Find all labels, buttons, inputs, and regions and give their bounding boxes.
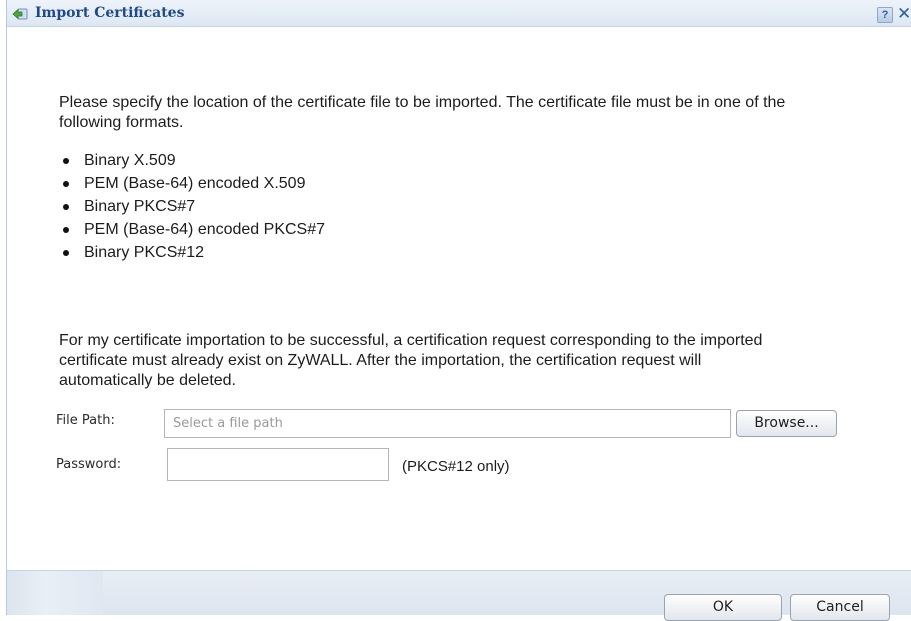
format-label: PEM (Base-64) encoded PKCS#7 (84, 221, 326, 238)
help-button[interactable]: ? (877, 7, 893, 23)
format-label: Binary PKCS#7 (84, 198, 196, 215)
format-item: PEM (Base-64) encoded PKCS#7 (59, 218, 325, 241)
importation-note: For my certificate importation to be suc… (59, 332, 763, 389)
import-certificates-dialog: Import Certificates ? ✕ Please specify t… (6, 0, 911, 621)
format-item: Binary X.509 (59, 149, 325, 172)
format-item: PEM (Base-64) encoded X.509 (59, 172, 325, 195)
format-label: PEM (Base-64) encoded X.509 (84, 175, 306, 192)
password-input[interactable] (167, 448, 389, 481)
file-path-input[interactable]: Select a file path (164, 409, 731, 438)
dialog-title: Import Certificates (35, 5, 185, 21)
format-label: Binary PKCS#12 (84, 244, 205, 261)
close-button[interactable]: ✕ (897, 6, 911, 23)
import-arrow-icon (12, 7, 28, 21)
format-item: Binary PKCS#7 (59, 195, 325, 218)
dialog-content: Please specify the location of the certi… (7, 28, 911, 570)
bullet-icon (63, 227, 69, 233)
footer-stripe (7, 571, 103, 615)
browse-button[interactable]: Browse... (736, 410, 837, 437)
bullet-icon (63, 250, 69, 256)
format-item: Binary PKCS#12 (59, 241, 325, 264)
intro-text: Please specify the location of the certi… (59, 94, 786, 131)
bullet-icon (63, 181, 69, 187)
format-label: Binary X.509 (84, 152, 176, 169)
dialog-titlebar: Import Certificates ? ✕ (7, 0, 911, 27)
bullet-icon (63, 204, 69, 210)
pkcs12-only-note: (PKCS#12 only) (402, 458, 510, 475)
password-label: Password: (56, 457, 122, 472)
bullet-icon (63, 158, 69, 164)
file-path-label: File Path: (56, 413, 115, 428)
format-list: Binary X.509 PEM (Base-64) encoded X.509… (59, 149, 325, 264)
